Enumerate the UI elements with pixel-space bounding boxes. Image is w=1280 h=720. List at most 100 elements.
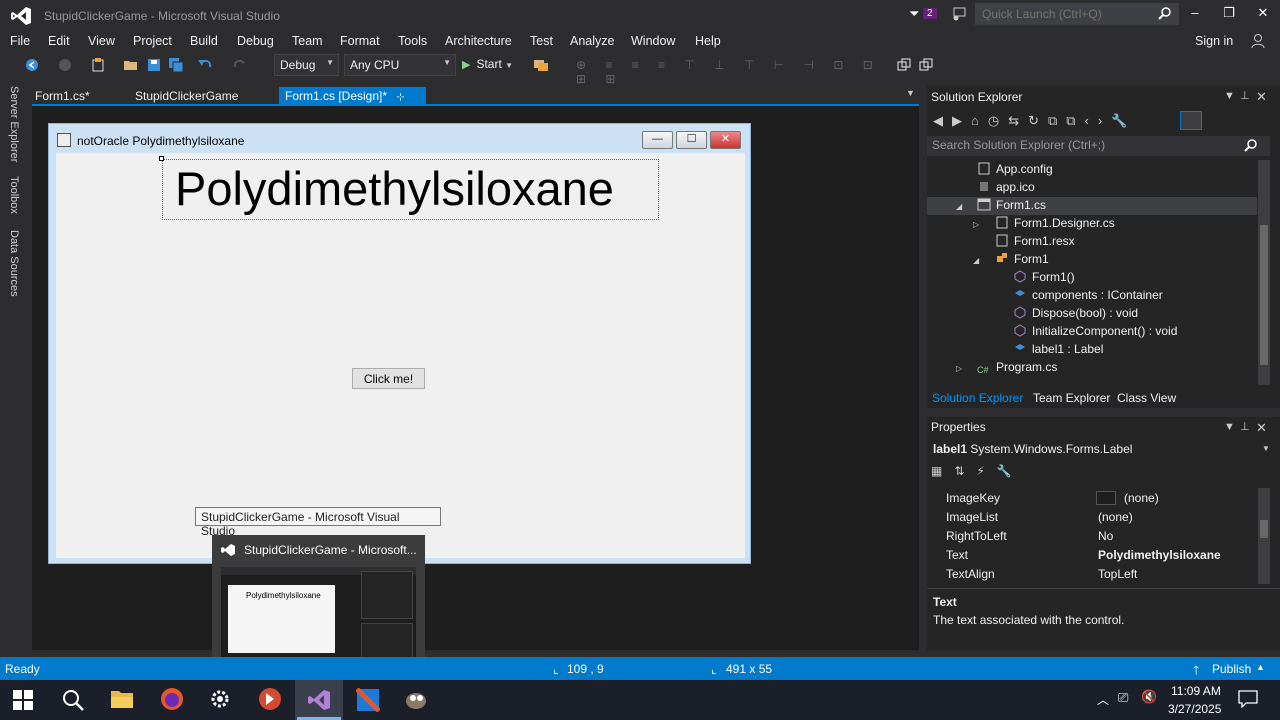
clock-time[interactable]: 11:09 AM bbox=[1171, 684, 1221, 698]
undo-icon[interactable] bbox=[197, 57, 213, 73]
server-explorer-tab[interactable]: Server Explorer bbox=[8, 86, 20, 162]
account-icon[interactable] bbox=[1250, 33, 1266, 49]
menu-window[interactable]: Window bbox=[631, 34, 675, 48]
form-minimize-button[interactable]: — bbox=[642, 131, 673, 149]
form-designer-window[interactable]: notOracle Polydimethylsiloxane — ☐ ✕ Pol… bbox=[48, 123, 751, 564]
tab-team-explorer[interactable]: Team Explorer bbox=[1033, 391, 1110, 405]
feedback-icon[interactable] bbox=[951, 6, 967, 22]
browser-link-icon[interactable] bbox=[533, 57, 549, 73]
pin-icon[interactable]: ⊥ bbox=[1240, 420, 1250, 433]
properties-toolbar[interactable]: ▦⇅⚡🔧 bbox=[931, 464, 1051, 484]
tree-item-components[interactable]: components : IContainer bbox=[1013, 288, 1163, 302]
scrollbar-thumb[interactable] bbox=[1260, 225, 1268, 365]
navigate-back-icon[interactable] bbox=[24, 57, 40, 73]
open-file-icon[interactable] bbox=[123, 57, 139, 73]
menu-tools[interactable]: Tools bbox=[398, 34, 427, 48]
tree-item-form1-ctor[interactable]: Form1() bbox=[1013, 270, 1075, 284]
network-icon[interactable]: ⎚ bbox=[1118, 690, 1128, 706]
properties-scrollbar[interactable] bbox=[1258, 488, 1270, 584]
tree-item-app-ico[interactable]: app.ico bbox=[977, 180, 1035, 194]
tree-item-form1-designer-cs[interactable]: Form1.Designer.cs bbox=[995, 216, 1115, 230]
settings-icon[interactable] bbox=[209, 688, 231, 710]
prop-value-imagekey[interactable]: (none) bbox=[1124, 491, 1159, 505]
minimize-button[interactable]: – bbox=[1180, 5, 1210, 25]
chevron-up-icon[interactable]: ▲ bbox=[1256, 662, 1265, 672]
menu-file[interactable]: File bbox=[10, 34, 30, 48]
menu-team[interactable]: Team bbox=[292, 34, 323, 48]
volume-muted-icon[interactable]: 🔇 bbox=[1141, 689, 1157, 705]
prop-value-textalign[interactable]: TopLeft bbox=[1098, 567, 1137, 581]
tree-item-form1-resx[interactable]: Form1.resx bbox=[995, 234, 1075, 248]
search-icon[interactable] bbox=[1158, 6, 1172, 23]
selection-handle[interactable] bbox=[159, 156, 164, 161]
label1-control[interactable]: Polydimethylsiloxane bbox=[162, 159, 659, 220]
menu-help[interactable]: Help bbox=[695, 34, 721, 48]
tree-item-app-config[interactable]: App.config bbox=[977, 162, 1053, 176]
tree-item-program-cs[interactable]: C# Program.cs bbox=[977, 360, 1057, 378]
document-list-dropdown-icon[interactable]: ▼ bbox=[906, 88, 915, 98]
prop-value-text[interactable]: Polydimethylsiloxane bbox=[1098, 548, 1221, 562]
form-client-area[interactable]: Polydimethylsiloxane Click me! bbox=[56, 153, 745, 558]
menu-debug[interactable]: Debug bbox=[237, 34, 274, 48]
menu-project[interactable]: Project bbox=[133, 34, 172, 48]
redo-icon[interactable] bbox=[232, 57, 248, 73]
scrollbar-thumb[interactable] bbox=[1260, 520, 1268, 538]
start-debugging-button[interactable]: ▶ Start ▼ bbox=[462, 57, 513, 71]
tab-solution-explorer[interactable]: Solution Explorer bbox=[932, 391, 1023, 405]
menu-test[interactable]: Test bbox=[530, 34, 553, 48]
tree-item-dispose[interactable]: Dispose(bool) : void bbox=[1013, 306, 1138, 320]
tree-item-form1-cs[interactable]: Form1.cs bbox=[977, 198, 1046, 212]
search-icon[interactable] bbox=[1244, 138, 1258, 155]
tree-item-initialize-component[interactable]: InitializeComponent() : void bbox=[1013, 324, 1177, 338]
windows-start-icon[interactable] bbox=[13, 690, 33, 710]
panel-menu-icon[interactable]: ▼ bbox=[1224, 421, 1235, 433]
menu-architecture[interactable]: Architecture bbox=[445, 34, 512, 48]
restore-button[interactable]: ❐ bbox=[1214, 5, 1244, 25]
menu-view[interactable]: View bbox=[88, 34, 115, 48]
prop-value-imagelist[interactable]: (none) bbox=[1098, 510, 1133, 524]
format-toolbar-icon[interactable] bbox=[918, 57, 934, 73]
menu-analyze[interactable]: Analyze bbox=[570, 34, 614, 48]
intellij-icon[interactable] bbox=[356, 688, 380, 712]
solution-explorer-search[interactable]: Search Solution Explorer (Ctrl+;) bbox=[927, 136, 1270, 156]
configuration-dropdown[interactable]: Debug ▼ bbox=[274, 54, 339, 76]
close-icon[interactable]: ✕ bbox=[1256, 420, 1267, 436]
visual-studio-taskbar-icon[interactable] bbox=[307, 689, 331, 711]
data-sources-tab[interactable]: Data Sources bbox=[8, 230, 20, 297]
chevron-down-icon[interactable]: ▼ bbox=[1262, 444, 1270, 453]
close-button[interactable]: ✕ bbox=[1248, 5, 1278, 25]
form-maximize-button[interactable]: ☐ bbox=[676, 131, 707, 149]
notification-count-badge[interactable]: 2 bbox=[923, 8, 937, 19]
tab-order-icon[interactable] bbox=[896, 57, 912, 73]
platform-dropdown[interactable]: Any CPU ▼ bbox=[344, 54, 456, 76]
collapse-icon[interactable]: ◢ bbox=[973, 256, 979, 265]
new-project-icon[interactable] bbox=[90, 57, 106, 73]
preview-thumbnail[interactable]: Polydimethylsiloxane bbox=[221, 567, 416, 670]
menu-format[interactable]: Format bbox=[340, 34, 380, 48]
firefox-icon[interactable] bbox=[160, 687, 184, 711]
clock-date[interactable]: 3/27/2025 bbox=[1168, 702, 1221, 716]
notifications-icon[interactable] bbox=[1238, 690, 1258, 708]
expand-icon[interactable]: ▷ bbox=[956, 364, 962, 373]
gimp-icon[interactable] bbox=[404, 688, 430, 710]
publish-button[interactable]: Publish bbox=[1212, 662, 1251, 676]
form-close-button[interactable]: ✕ bbox=[710, 131, 741, 149]
prop-value-righttoleft[interactable]: No bbox=[1098, 529, 1113, 543]
quick-launch-input[interactable] bbox=[975, 3, 1179, 25]
sign-in-link[interactable]: Sign in bbox=[1195, 34, 1233, 48]
tree-item-label1[interactable]: label1 : Label bbox=[1013, 342, 1103, 356]
toolbox-tab[interactable]: Toolbox bbox=[8, 176, 20, 214]
click-me-button[interactable]: Click me! bbox=[352, 368, 425, 389]
search-icon[interactable] bbox=[61, 688, 85, 712]
chevron-up-icon[interactable]: ︿ bbox=[1097, 691, 1109, 708]
publish-arrow-icon[interactable]: 🡑 bbox=[1193, 661, 1199, 682]
panel-menu-icon[interactable]: ▼ bbox=[1224, 90, 1235, 102]
pin-icon[interactable]: ⊹ bbox=[396, 92, 404, 103]
save-icon[interactable] bbox=[146, 57, 162, 73]
properties-toggle-button[interactable] bbox=[1180, 111, 1202, 130]
solution-explorer-toolbar[interactable]: ◀▶⌂◷⇆↻⧉⧉‹›🔧 bbox=[933, 113, 1203, 129]
navigate-forward-icon[interactable] bbox=[57, 57, 73, 73]
notification-flag-icon[interactable]: ⏷ bbox=[909, 6, 919, 22]
close-icon[interactable]: ✕ bbox=[1256, 89, 1267, 105]
tree-item-form1-class[interactable]: Form1 bbox=[995, 252, 1049, 266]
